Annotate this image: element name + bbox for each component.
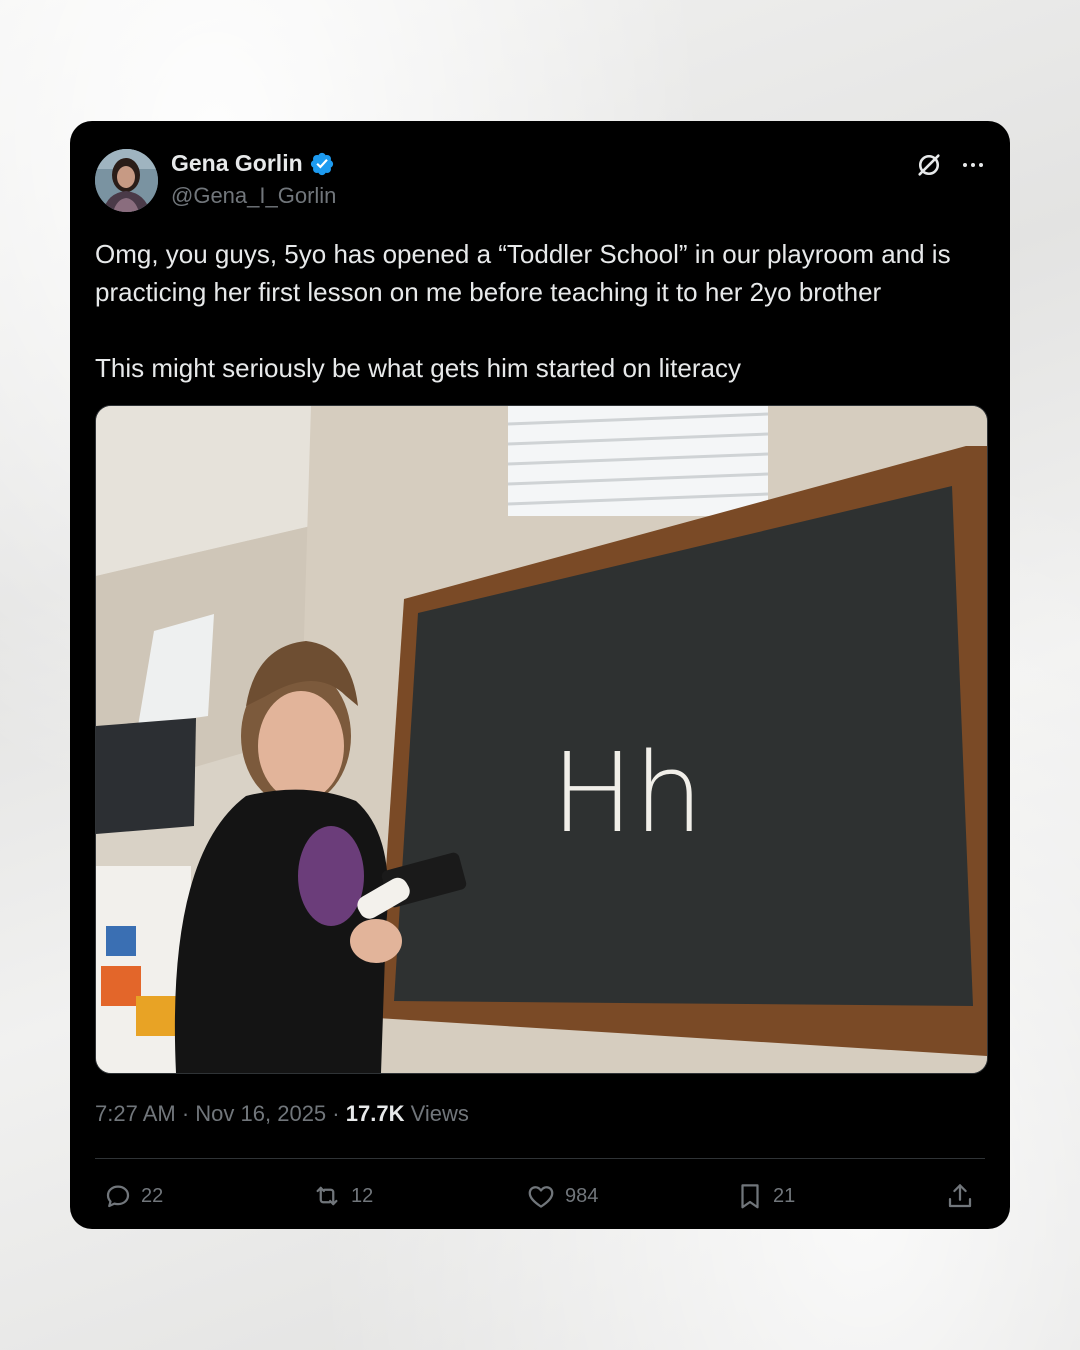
avatar[interactable]: [95, 149, 158, 212]
repost-count: 12: [351, 1184, 374, 1207]
meta-separator: ·: [332, 1101, 340, 1126]
post-text: Omg, you guys, 5yo has opened a “Toddler…: [95, 235, 990, 387]
like-icon: [528, 1186, 554, 1208]
like-button[interactable]: 984: [525, 1176, 598, 1216]
meta-separator: ·: [181, 1101, 190, 1126]
post-time[interactable]: 7:27 AM: [95, 1101, 176, 1126]
display-name[interactable]: Gena Gorlin: [171, 150, 303, 177]
bookmark-count: 21: [773, 1184, 796, 1207]
verified-badge-icon: [310, 152, 333, 175]
bookmark-icon: [741, 1184, 759, 1209]
share-button[interactable]: [945, 1176, 975, 1216]
grok-icon[interactable]: [915, 151, 943, 179]
views-label: Views: [410, 1101, 469, 1126]
like-count: 984: [565, 1184, 599, 1207]
reply-button[interactable]: 22: [103, 1176, 163, 1216]
post-top-actions: [915, 151, 985, 179]
views-count: 17.7K: [345, 1101, 405, 1126]
post-photo[interactable]: Hh: [95, 405, 988, 1074]
repost-icon: [316, 1186, 338, 1206]
author-handle[interactable]: @Gena_I_Gorlin: [171, 183, 336, 209]
reply-icon: [106, 1185, 130, 1208]
divider: [95, 1158, 985, 1159]
reply-count: 22: [141, 1184, 164, 1207]
post-meta: 7:27 AM · Nov 16, 2025 · 17.7K Views: [95, 1101, 469, 1127]
post-card: Gena Gorlin @Gena_I_Gorlin Omg, you guys…: [70, 121, 1010, 1229]
bookmark-button[interactable]: 21: [735, 1176, 795, 1216]
author-name-row[interactable]: Gena Gorlin: [171, 150, 335, 177]
more-icon[interactable]: [961, 153, 985, 177]
repost-button[interactable]: 12: [311, 1176, 373, 1216]
post-date[interactable]: Nov 16, 2025: [195, 1101, 326, 1126]
chalkboard-text: Hh: [551, 729, 703, 857]
post-text-paragraph-2: This might seriously be what gets him st…: [95, 353, 741, 383]
post-text-paragraph-1: Omg, you guys, 5yo has opened a “Toddler…: [95, 239, 951, 307]
share-icon: [948, 1184, 972, 1208]
action-bar: 22 12 984 21: [95, 1176, 985, 1216]
